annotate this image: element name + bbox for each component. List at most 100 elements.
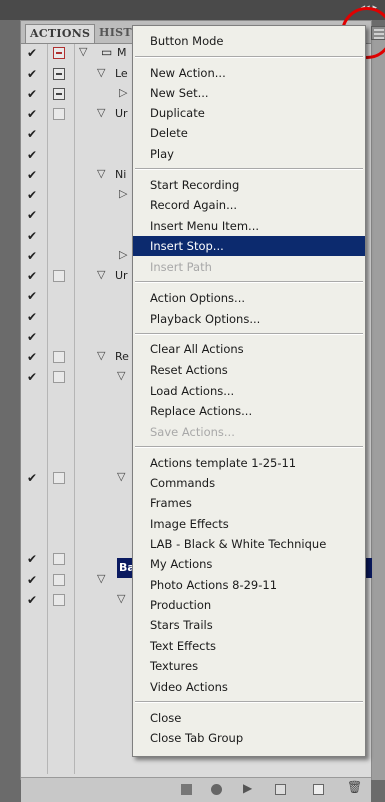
checkmark-icon[interactable]: ✔ (27, 169, 39, 181)
menu-item-frames[interactable]: Frames (133, 493, 365, 513)
menu-item-production[interactable]: Production (133, 595, 365, 615)
menu-item-replace-actions[interactable]: Replace Actions... (133, 401, 365, 421)
folder-icon: ▭ (101, 45, 113, 59)
checkmark-icon[interactable]: ✔ (27, 88, 39, 100)
menu-item-photo-actions[interactable]: Photo Actions 8-29-11 (133, 575, 365, 595)
menu-item-button-mode[interactable]: Button Mode (133, 31, 365, 51)
menu-item-textures[interactable]: Textures (133, 656, 365, 676)
menu-item-text-effects[interactable]: Text Effects (133, 636, 365, 656)
menu-item-insert-menu-item[interactable]: Insert Menu Item... (133, 216, 365, 236)
expand-triangle-icon[interactable]: ▽ (97, 268, 105, 281)
action-set-label: M (117, 46, 127, 59)
checkmark-icon[interactable]: ✔ (27, 128, 39, 140)
menu-item-close-tab-group[interactable]: Close Tab Group (133, 728, 365, 748)
menu-item-my-actions[interactable]: My Actions (133, 554, 365, 574)
dialog-toggle-icon[interactable] (53, 47, 65, 59)
expand-triangle-icon[interactable]: ▽ (97, 167, 105, 180)
record-icon[interactable] (211, 784, 222, 795)
trash-icon[interactable]: 🗑 (347, 780, 362, 794)
menu-item-clear-all-actions[interactable]: Clear All Actions (133, 339, 365, 359)
window-topbar: ◂◂ ▸ (0, 0, 385, 20)
checkmark-icon[interactable]: ✔ (27, 250, 39, 262)
menu-item-playback-options[interactable]: Playback Options... (133, 309, 365, 329)
menu-separator (135, 281, 363, 283)
dialog-toggle-icon[interactable] (53, 472, 65, 484)
menu-item-action-options[interactable]: Action Options... (133, 288, 365, 308)
scrollbar[interactable] (372, 40, 385, 780)
checkmark-icon[interactable]: ✔ (27, 331, 39, 343)
expand-triangle-icon[interactable]: ▽ (97, 106, 105, 119)
tab-history[interactable]: HIST (95, 24, 136, 42)
menu-separator (135, 56, 363, 58)
menu-item-lab-black-white[interactable]: LAB - Black & White Technique (133, 534, 365, 554)
new-set-icon[interactable] (275, 784, 286, 795)
checkmark-icon[interactable]: ✔ (27, 594, 39, 606)
checkmark-icon[interactable]: ✔ (27, 311, 39, 323)
menu-item-image-effects[interactable]: Image Effects (133, 514, 365, 534)
menu-separator (135, 701, 363, 703)
checkmark-icon[interactable]: ✔ (27, 108, 39, 120)
menu-item-insert-stop[interactable]: Insert Stop... (133, 236, 365, 256)
new-action-icon[interactable] (313, 784, 324, 795)
checkmark-icon[interactable]: ✔ (27, 270, 39, 282)
collapsed-triangle-icon[interactable]: ▷ (119, 248, 127, 261)
menu-item-reset-actions[interactable]: Reset Actions (133, 360, 365, 380)
expand-triangle-icon[interactable]: ▽ (117, 592, 125, 605)
action-label: Ur (115, 269, 128, 282)
checkmark-icon[interactable]: ✔ (27, 371, 39, 383)
checkmark-icon[interactable]: ✔ (27, 230, 39, 242)
action-label: Le (115, 67, 128, 80)
checkmark-icon[interactable]: ✔ (27, 68, 39, 80)
menu-item-delete[interactable]: Delete (133, 123, 365, 143)
play-icon[interactable]: ▶ (243, 781, 254, 795)
dialog-toggle-icon[interactable] (53, 270, 65, 282)
checkmark-icon[interactable]: ✔ (27, 47, 39, 59)
checkmark-icon[interactable]: ✔ (27, 149, 39, 161)
tab-actions[interactable]: ACTIONS (25, 24, 96, 43)
dialog-toggle-icon[interactable] (53, 594, 65, 606)
dialog-toggle-icon[interactable] (53, 88, 65, 100)
expand-triangle-icon[interactable]: ▽ (97, 66, 105, 79)
checkmark-icon[interactable]: ✔ (27, 574, 39, 586)
menu-item-commands[interactable]: Commands (133, 473, 365, 493)
expand-triangle-icon[interactable]: ▽ (79, 45, 87, 58)
checkmark-icon[interactable]: ✔ (27, 553, 39, 565)
dialog-toggle-icon[interactable] (53, 108, 65, 120)
expand-triangle-icon[interactable]: ▽ (117, 369, 125, 382)
menu-separator (135, 333, 363, 335)
menu-item-new-set[interactable]: New Set... (133, 83, 365, 103)
dialog-toggle-icon[interactable] (53, 351, 65, 363)
menu-item-actions-template[interactable]: Actions template 1-25-11 (133, 453, 365, 473)
checkmark-icon[interactable]: ✔ (27, 351, 39, 363)
menu-item-start-recording[interactable]: Start Recording (133, 175, 365, 195)
dialog-toggle-icon[interactable] (53, 553, 65, 565)
expand-triangle-icon[interactable]: ▽ (97, 349, 105, 362)
menu-item-duplicate[interactable]: Duplicate (133, 103, 365, 123)
dialog-toggle-icon[interactable] (53, 371, 65, 383)
action-label: Re (115, 350, 129, 363)
collapsed-triangle-icon[interactable]: ▷ (119, 187, 127, 200)
checkmark-icon[interactable]: ✔ (27, 209, 39, 221)
panel-bottom-toolbar: ▶ 🗑 (21, 777, 371, 802)
menu-item-video-actions[interactable]: Video Actions (133, 677, 365, 697)
menu-item-play[interactable]: Play (133, 144, 365, 164)
panel-flyout-menu: Button Mode New Action... New Set... Dup… (132, 25, 366, 757)
menu-item-load-actions[interactable]: Load Actions... (133, 381, 365, 401)
menu-item-stars-trails[interactable]: Stars Trails (133, 615, 365, 635)
expand-triangle-icon[interactable]: ▽ (117, 470, 125, 483)
menu-separator (135, 446, 363, 448)
dialog-toggle-icon[interactable] (53, 574, 65, 586)
menu-item-new-action[interactable]: New Action... (133, 63, 365, 83)
menu-item-save-actions: Save Actions... (150, 425, 235, 439)
collapsed-triangle-icon[interactable]: ▷ (119, 86, 127, 99)
dialog-toggle-icon[interactable] (53, 68, 65, 80)
checkmark-icon[interactable]: ✔ (27, 189, 39, 201)
menu-separator (135, 168, 363, 170)
stop-icon[interactable] (181, 784, 192, 795)
menu-item-insert-path: Insert Path (150, 260, 212, 274)
expand-triangle-icon[interactable]: ▽ (97, 572, 105, 585)
menu-item-close[interactable]: Close (133, 708, 365, 728)
menu-item-record-again[interactable]: Record Again... (133, 195, 365, 215)
checkmark-icon[interactable]: ✔ (27, 290, 39, 302)
checkmark-icon[interactable]: ✔ (27, 472, 39, 484)
